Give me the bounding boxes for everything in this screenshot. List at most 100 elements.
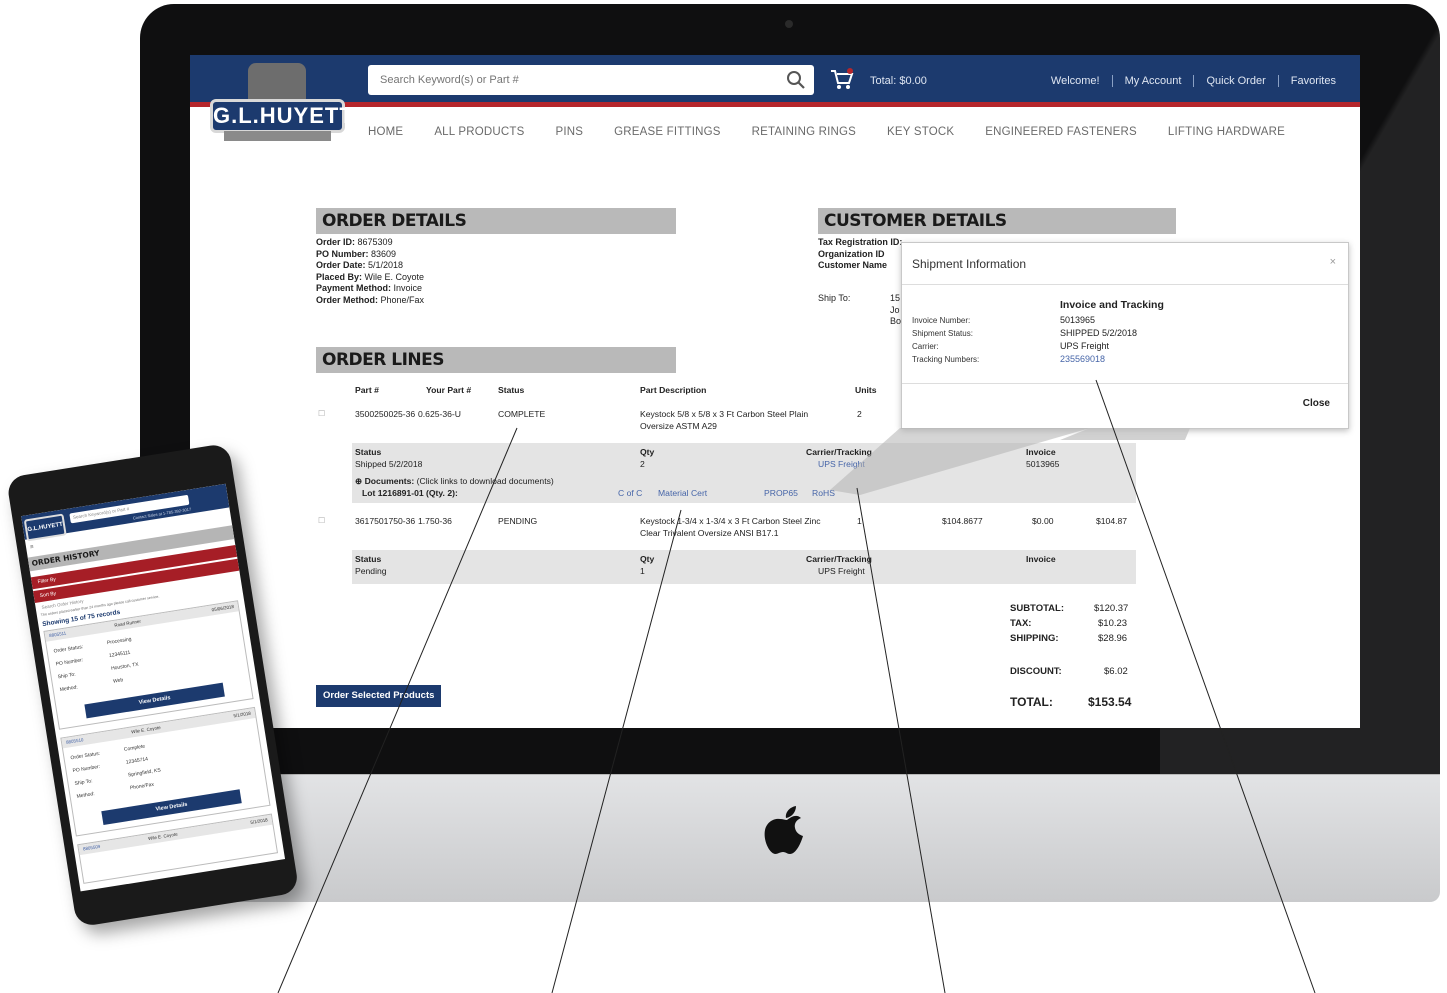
nav-key-stock[interactable]: KEY STOCK: [887, 126, 954, 138]
doc-link-rohs[interactable]: RoHS: [812, 488, 835, 498]
col-part: Part #: [355, 385, 379, 395]
menu-icon[interactable]: ≡: [30, 545, 34, 551]
shipment-detail-box: [352, 443, 1136, 503]
sub-carrier-value: UPS Freight: [818, 566, 865, 576]
search-box: [368, 65, 814, 95]
camera-icon: [785, 20, 793, 28]
discount-value: $6.02: [1104, 666, 1128, 677]
order-method-value: Phone/Fax: [380, 294, 425, 305]
card-name: Road Runner: [113, 618, 142, 628]
sub-invoice-label: Invoice: [1026, 554, 1056, 564]
col-part-description: Part Description: [640, 385, 707, 395]
doc-link-prop65[interactable]: PROP65: [764, 488, 798, 498]
card-order-id[interactable]: 8805511: [49, 631, 67, 639]
card-order-id[interactable]: 8805510: [66, 737, 84, 745]
unit-price: $104.8677: [942, 516, 983, 526]
organization-id-label: Organization ID: [818, 248, 885, 259]
documents-label: Documents:: [364, 476, 415, 486]
doc-link-material-cert[interactable]: Material Cert: [658, 488, 707, 498]
po-label: PO Number:: [316, 248, 369, 259]
ship-to-address: 15 Jo Bo: [890, 293, 901, 328]
sub-status-value: Shipped 5/2/2018: [355, 459, 423, 469]
order-date-value: 5/1/2018: [368, 260, 404, 270]
customer-details-block: Tax Registration ID: Organization ID Cus…: [818, 237, 902, 272]
nav-home[interactable]: HOME: [368, 126, 403, 138]
order-id-value: 8675309: [357, 237, 393, 247]
card-date: 5/1/2018: [233, 710, 252, 719]
card-row-label: Ship To:: [74, 778, 93, 787]
close-icon[interactable]: ×: [1330, 256, 1336, 268]
card-order-id[interactable]: 8805509: [83, 844, 101, 852]
welcome-link[interactable]: Welcome!: [1039, 75, 1112, 87]
nav-pins[interactable]: PINS: [555, 126, 583, 138]
invoice-number-label: Invoice Number:: [912, 316, 971, 325]
sub-qty-value: 1: [640, 566, 645, 576]
card-row-label: Method:: [59, 684, 79, 694]
sub-qty-label: Qty: [640, 447, 655, 457]
documents-row: ⊕ Documents: (Click links to download do…: [355, 476, 554, 487]
invoice-number-value: 5013965: [1060, 315, 1096, 325]
modal-close-button[interactable]: Close: [1303, 398, 1330, 409]
nav-lifting-hardware[interactable]: LIFTING HARDWARE: [1168, 126, 1285, 138]
part-number[interactable]: 3500250025-36: [355, 409, 415, 419]
card-row-value: Complete: [123, 743, 146, 753]
shipping-value: $28.96: [1098, 633, 1128, 644]
view-details-button[interactable]: View Details: [84, 682, 225, 719]
modal-title: Shipment Information: [912, 257, 1027, 271]
part-number[interactable]: 3617501750-36: [355, 516, 415, 526]
card-row-value: Web: [112, 677, 124, 685]
row-checkbox[interactable]: ☐: [318, 409, 325, 418]
card-row-label: Ship To:: [57, 671, 77, 681]
tracking-number-link[interactable]: 235569018: [1060, 354, 1105, 364]
nav-retaining-rings[interactable]: RETAINING RINGS: [752, 126, 856, 138]
card-row-value: Phone/Fax: [129, 781, 155, 792]
line-status: PENDING: [498, 516, 538, 526]
row-checkbox[interactable]: ☐: [318, 516, 325, 525]
cart-icon[interactable]: [830, 68, 854, 90]
tax-registration-label: Tax Registration ID:: [818, 237, 903, 247]
phone-logo[interactable]: G.L.HUYETT: [23, 513, 67, 542]
card-name: Wile E. Coyote: [147, 831, 178, 842]
card-row-value: 12345714: [125, 756, 149, 766]
subtotal-value: $120.37: [1094, 603, 1129, 614]
doc-link-c-of-c[interactable]: C of C: [618, 488, 642, 498]
quick-order-link[interactable]: Quick Order: [1193, 75, 1277, 87]
total-value: $153.54: [1088, 695, 1132, 709]
nav-grease-fittings[interactable]: GREASE FITTINGS: [614, 126, 721, 138]
customer-name-label: Customer Name: [818, 260, 888, 270]
card-row-value: Springfield, KS: [127, 767, 162, 779]
card-row-label: PO Number:: [72, 763, 101, 775]
phone-order-card: 8805510 Wile E. Coyote 5/1/2018 Order Stat…: [60, 706, 271, 837]
lot-label: Lot 1216891-01 (Qty. 2):: [362, 488, 458, 498]
sub-carrier-link[interactable]: UPS Freight: [818, 459, 865, 469]
cart-total[interactable]: Total: $0.00: [870, 75, 927, 87]
col-status: Status: [498, 385, 525, 395]
documents-hint: (Click links to download documents): [416, 476, 554, 486]
favorites-link[interactable]: Favorites: [1277, 75, 1348, 87]
card-row-label: Order Status:: [53, 644, 84, 655]
po-value: 83609: [371, 248, 397, 259]
order-selected-products-button[interactable]: Order Selected Products: [316, 685, 442, 707]
card-row-value: Processing: [106, 636, 132, 647]
logo-text: G.L.HUYETT: [210, 99, 353, 133]
card-date: 5/1/2018: [249, 817, 269, 825]
carrier-value: UPS Freight: [1060, 341, 1110, 351]
sub-invoice-value: 5013965: [1026, 459, 1060, 469]
sub-qty-value: 2: [640, 459, 645, 469]
site-logo[interactable]: G.L.HUYETT: [210, 63, 353, 143]
subtotal-label: SUBTOTAL:: [1010, 603, 1065, 614]
view-details-button[interactable]: View Details: [101, 789, 242, 826]
nav-engineered-fasteners[interactable]: ENGINEERED FASTENERS: [985, 126, 1137, 138]
shipment-status-label: Shipment Status:: [912, 329, 973, 338]
nav-all-products[interactable]: ALL PRODUCTS: [434, 126, 524, 138]
apple-logo-icon: [764, 806, 803, 854]
your-part-number: 1.750-36: [418, 516, 452, 526]
search-input[interactable]: [368, 65, 768, 95]
shipping-label: SHIPPING:: [1010, 633, 1059, 644]
units: 2: [857, 409, 862, 419]
my-account-link[interactable]: My Account: [1111, 75, 1194, 87]
main-nav: HOME ALL PRODUCTS PINS GREASE FITTINGS R…: [368, 126, 1316, 138]
order-id-label: Order ID:: [316, 237, 356, 247]
line-total: $104.87: [1096, 516, 1128, 526]
search-icon[interactable]: [786, 70, 806, 90]
